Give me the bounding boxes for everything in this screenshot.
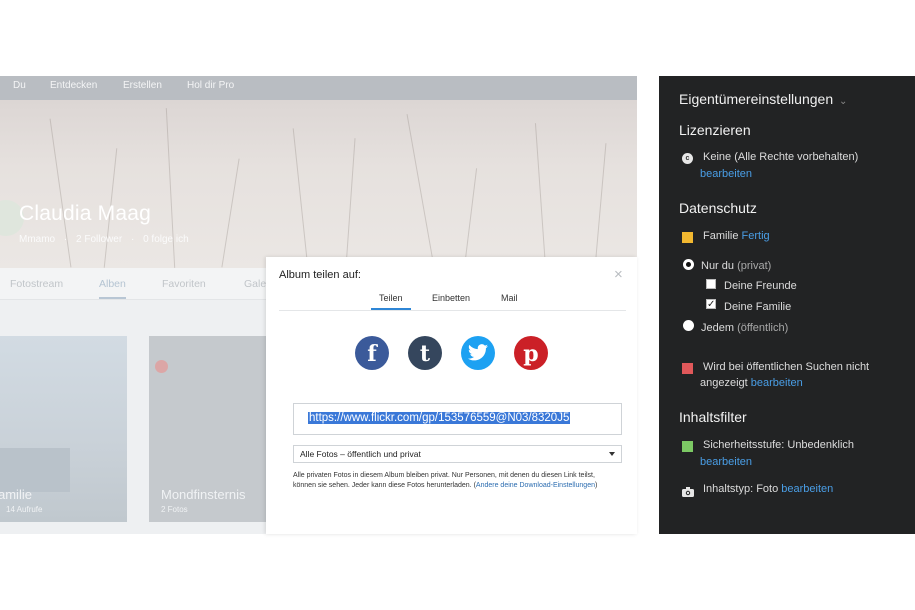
tumblr-icon[interactable]: t <box>408 336 442 370</box>
pinterest-icon[interactable]: p <box>514 336 548 370</box>
label-deine-freunde: Deine Freunde <box>724 280 797 292</box>
search-visibility-edit-link[interactable]: bearbeiten <box>751 377 803 389</box>
privacy-select[interactable]: Alle Fotos – öffentlich und privat <box>293 445 622 463</box>
privacy-select-value: Alle Fotos – öffentlich und privat <box>300 449 421 459</box>
privacy-current: Familie Fertig <box>703 230 770 242</box>
privacy-heading: Datenschutz <box>679 200 757 216</box>
content-filter-heading: Inhaltsfilter <box>679 409 747 425</box>
download-settings-link[interactable]: Andere deine Download-Einstellungen <box>476 482 595 489</box>
owner-settings-panel: Eigentümereinstellungen ⌄ Lizenzieren c … <box>659 76 915 534</box>
profile-stats: Mmamo · 2 Follower · 0 folge ich <box>19 234 189 245</box>
search-visibility-line2: angezeigt bearbeiten <box>700 377 803 389</box>
top-navigation: Du Entdecken Erstellen Hol dir Pro <box>0 76 637 100</box>
option-jedem: Jedem (öffentlich) <box>701 322 789 334</box>
album-card-familie[interactable]: amilie 14 Aufrufe <box>0 336 127 522</box>
privacy-done-link[interactable]: Fertig <box>742 230 770 242</box>
nav-entdecken[interactable]: Entdecken <box>50 80 97 91</box>
license-edit-link[interactable]: bearbeiten <box>700 168 752 180</box>
facebook-icon[interactable]: f <box>355 336 389 370</box>
checkbox-deine-freunde[interactable] <box>706 279 716 289</box>
tab-fotostream[interactable]: Fotostream <box>10 278 63 290</box>
tab-mail[interactable]: Mail <box>501 293 518 303</box>
profile-stat-followers[interactable]: 2 Follower <box>76 234 122 245</box>
label-deine-familie: Deine Familie <box>724 301 792 313</box>
safety-level-value: Sicherheitsstufe: Unbedenklich <box>703 439 855 451</box>
cover-photo: Claudia Maag Mmamo · 2 Follower · 0 folg… <box>0 100 637 268</box>
safety-level-icon <box>682 441 693 452</box>
profile-stat-username: Mmamo <box>19 234 56 245</box>
nav-du[interactable]: Du <box>13 80 26 91</box>
profile-name: Claudia Maag <box>19 202 151 225</box>
radio-jedem[interactable] <box>683 320 694 331</box>
nav-hol-dir-pro[interactable]: Hol dir Pro <box>187 80 234 91</box>
share-album-dialog: Album teilen auf: × Teilen Einbetten Mai… <box>266 257 637 534</box>
page: Du Entdecken Erstellen Hol dir Pro Claud… <box>0 0 915 610</box>
option-nur-du: Nur du (privat) <box>701 260 772 272</box>
profile-stat-following[interactable]: 0 folge ich <box>143 234 189 245</box>
twitter-icon[interactable] <box>461 336 495 370</box>
content-type-edit-link[interactable]: bearbeiten <box>781 483 833 495</box>
camera-icon <box>682 484 694 497</box>
license-value: Keine (Alle Rechte vorbehalten) <box>703 151 859 163</box>
share-tabs: Teilen Einbetten Mail <box>279 289 626 311</box>
tab-alben[interactable]: Alben <box>99 278 126 299</box>
album-count: 14 Aufrufe <box>6 505 43 514</box>
tab-einbetten[interactable]: Einbetten <box>432 293 470 303</box>
dialog-title: Album teilen auf: <box>279 269 361 281</box>
share-url-text[interactable]: https://www.flickr.com/gp/153576559@N03/… <box>308 412 571 424</box>
album-thumbnail <box>0 448 70 492</box>
album-title: amilie <box>0 487 32 502</box>
search-visibility-line1: Wird bei öffentlichen Suchen nicht <box>703 361 870 373</box>
privacy-note: Alle privaten Fotos in diesem Album blei… <box>293 472 598 489</box>
safety-level-edit-link[interactable]: bearbeiten <box>700 456 752 468</box>
tab-favoriten[interactable]: Favoriten <box>162 278 206 290</box>
radio-nur-du[interactable] <box>683 259 694 270</box>
album-title: Mondfinsternis <box>161 487 246 502</box>
nav-erstellen[interactable]: Erstellen <box>123 80 162 91</box>
album-count: 2 Fotos <box>161 505 188 514</box>
album-badge-icon <box>155 360 168 373</box>
owner-settings-title[interactable]: Eigentümereinstellungen ⌄ <box>679 91 847 107</box>
tab-galerien[interactable]: Gale <box>244 278 266 290</box>
chevron-down-icon: ⌄ <box>839 96 848 107</box>
checkbox-deine-familie[interactable]: ✓ <box>706 299 716 310</box>
content-type: Inhaltstyp: Foto bearbeiten <box>703 483 834 495</box>
close-icon[interactable]: × <box>614 266 623 283</box>
family-icon <box>682 232 693 243</box>
copyright-icon: c <box>682 153 693 164</box>
hidden-search-icon <box>682 363 693 374</box>
chevron-down-icon <box>609 452 615 456</box>
license-heading: Lizenzieren <box>679 122 751 138</box>
tab-teilen[interactable]: Teilen <box>371 293 410 310</box>
share-url-field[interactable]: https://www.flickr.com/gp/153576559@N03/… <box>293 403 622 435</box>
